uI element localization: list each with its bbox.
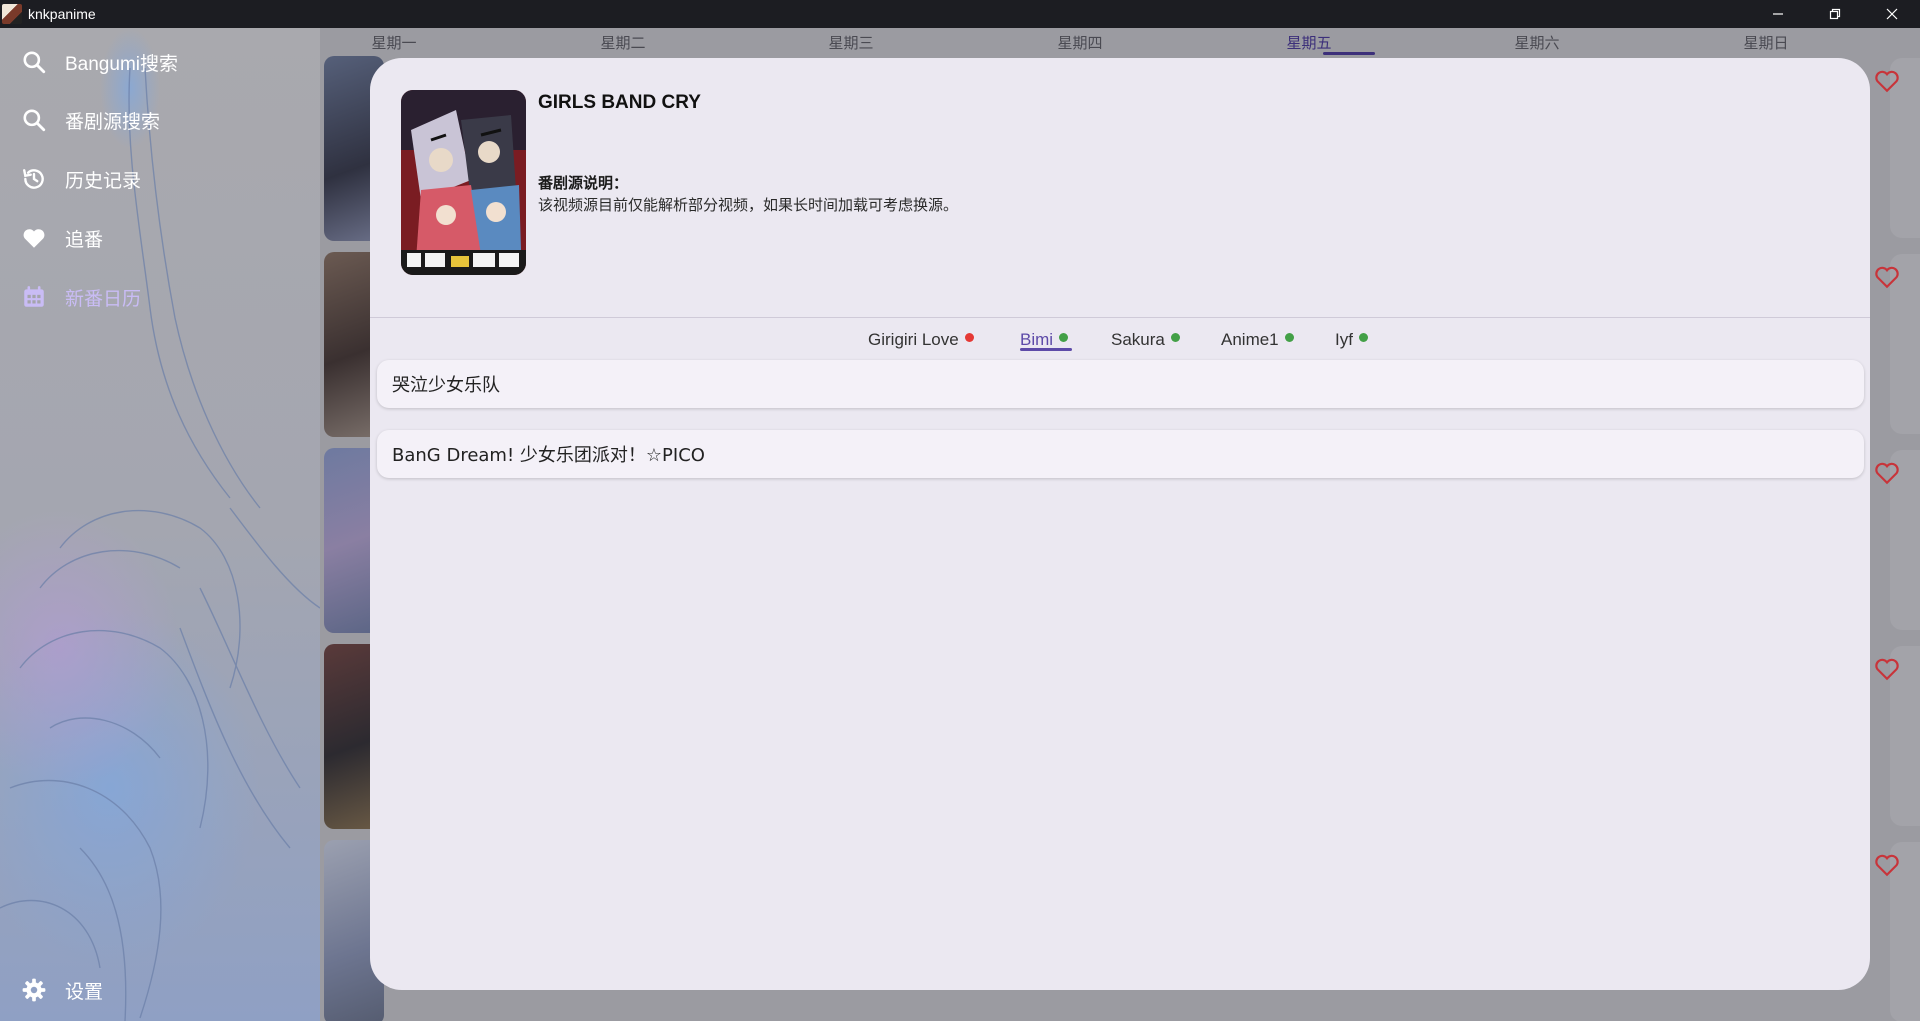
sidebar-item-following[interactable]: 追番: [0, 212, 320, 264]
source-status-dot: [1358, 332, 1368, 342]
tab-weekday-sat[interactable]: 星期六: [1477, 32, 1597, 53]
follow-heart-button[interactable]: [1872, 850, 1902, 880]
tab-weekday-sun[interactable]: 星期日: [1706, 32, 1826, 53]
tab-girigiri-love[interactable]: Girigiri Love: [868, 328, 974, 352]
search-result-item[interactable]: 哭泣少女乐队: [377, 360, 1864, 408]
search-icon: [20, 106, 48, 134]
sidebar-item-label: Bangumi搜索: [65, 53, 178, 75]
sidebar-item-label: 新番日历: [65, 288, 142, 310]
source-status-dot: [1170, 332, 1180, 342]
heart-outline-icon: [1875, 266, 1899, 289]
follow-heart-button[interactable]: [1872, 654, 1902, 684]
gear-icon: [20, 976, 48, 1004]
result-title: 哭泣少女乐队: [392, 375, 500, 396]
follow-heart-button[interactable]: [1872, 66, 1902, 96]
search-result-item[interactable]: BanG Dream! 少女乐团派对！☆PICO: [377, 430, 1864, 478]
calendar-icon: [20, 283, 48, 311]
tab-label: Bimi: [1020, 330, 1054, 349]
active-weekday-indicator: [1323, 52, 1375, 55]
result-title: BanG Dream! 少女乐团派对！☆PICO: [392, 445, 705, 466]
tab-weekday-tue[interactable]: 星期二: [563, 32, 683, 53]
window-title: knkpanime: [28, 6, 96, 22]
heart-outline-icon: [1875, 854, 1899, 877]
heart-icon: [20, 224, 48, 252]
follow-heart-button[interactable]: [1872, 458, 1902, 488]
sidebar-item-label: 番剧源搜索: [65, 111, 161, 133]
tab-weekday-thu[interactable]: 星期四: [1020, 32, 1140, 53]
title-bar: knkpanime: [0, 0, 1920, 28]
source-note-label: 番剧源说明：: [538, 174, 629, 192]
tab-label: Anime1: [1221, 330, 1279, 349]
sidebar-item-source-search[interactable]: 番剧源搜索: [0, 94, 320, 146]
search-icon: [20, 48, 48, 76]
sidebar-item-bangumi-search[interactable]: Bangumi搜索: [0, 36, 320, 88]
minimize-icon: [1772, 13, 1783, 15]
sidebar-item-label: 历史记录: [65, 170, 142, 192]
tab-sakura[interactable]: Sakura: [1111, 328, 1180, 352]
history-icon: [20, 165, 48, 193]
sidebar: Bangumi搜索 番剧源搜索 历史记录 追番 新番日历 设置: [0, 28, 320, 1021]
tab-label: Girigiri Love: [868, 330, 959, 349]
source-tabs: Girigiri Love Bimi Sakura Anime1 Iyf: [370, 320, 1870, 358]
heart-outline-icon: [1875, 70, 1899, 93]
sidebar-item-label: 追番: [65, 229, 104, 251]
source-status-dot: [964, 332, 974, 342]
sidebar-item-history[interactable]: 历史记录: [0, 153, 320, 205]
follow-heart-button[interactable]: [1872, 262, 1902, 292]
app-icon: [2, 4, 22, 24]
anime-cover-image: [401, 90, 526, 275]
anime-title: GIRLS BAND CRY: [538, 92, 701, 113]
tab-iyf[interactable]: Iyf: [1335, 328, 1368, 352]
source-note-text: 该视频源目前仅能解析部分视频，如果长时间加载可考虑换源。: [538, 196, 959, 214]
tab-anime1[interactable]: Anime1: [1221, 328, 1294, 352]
source-search-dialog: GIRLS BAND CRY 番剧源说明： 该视频源目前仅能解析部分视频，如果长…: [370, 58, 1870, 990]
weekday-tabs: 星期一 星期二 星期三 星期四 星期五 星期六 星期日: [320, 28, 1920, 58]
close-icon: [1886, 8, 1897, 20]
minimize-button[interactable]: [1749, 0, 1806, 28]
divider: [370, 317, 1870, 318]
source-status-dot: [1059, 332, 1069, 342]
heart-outline-icon: [1875, 658, 1899, 681]
restore-icon: [1829, 8, 1840, 20]
source-status-dot: [1284, 332, 1294, 342]
sidebar-item-calendar[interactable]: 新番日历: [0, 271, 320, 323]
close-button[interactable]: [1863, 0, 1920, 28]
sidebar-item-settings[interactable]: 设置: [0, 964, 320, 1016]
restore-button[interactable]: [1806, 0, 1863, 28]
tab-label: Sakura: [1111, 330, 1165, 349]
tab-label: Iyf: [1335, 330, 1353, 349]
settings-label: 设置: [65, 981, 104, 1003]
window-controls: [1749, 0, 1920, 28]
tab-weekday-mon[interactable]: 星期一: [334, 32, 454, 53]
heart-outline-icon: [1875, 462, 1899, 485]
active-tab-indicator: [1020, 348, 1072, 351]
tab-weekday-fri[interactable]: 星期五: [1249, 32, 1369, 53]
tab-weekday-wed[interactable]: 星期三: [791, 32, 911, 53]
